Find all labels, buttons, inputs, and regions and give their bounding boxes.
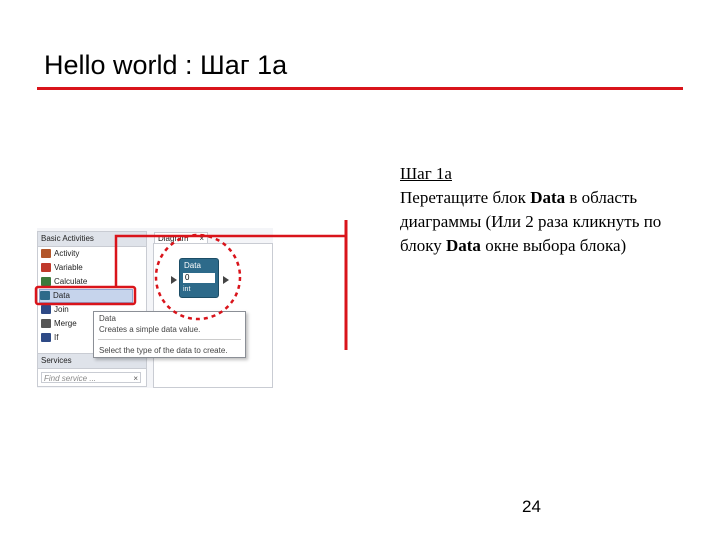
find-service-input[interactable]: Find service ... × (41, 372, 141, 383)
output-connector-icon[interactable] (223, 276, 229, 284)
toolbox-item-activity[interactable]: Activity (41, 248, 131, 260)
data-icon (40, 291, 50, 301)
tooltip-divider (98, 339, 241, 340)
toolbox-header: Basic Activities (38, 232, 146, 247)
tooltip-description: Creates a simple data value. (99, 325, 201, 334)
toolbox-title: Basic Activities (41, 234, 94, 243)
activity-icon (41, 249, 51, 259)
step-label: Шаг 1а (400, 164, 452, 183)
tooltip-hint: Select the type of the data to create. (99, 346, 228, 355)
variable-icon (41, 263, 51, 273)
data-block-value[interactable]: 0 (183, 273, 215, 283)
merge-icon (41, 319, 51, 329)
services-title: Services (41, 356, 72, 365)
tooltip-title: Data (99, 314, 116, 323)
toolbox-item-calculate[interactable]: Calculate (41, 276, 131, 288)
page-number: 24 (522, 497, 541, 516)
toolbox-item-variable[interactable]: Variable (41, 262, 131, 274)
clear-icon[interactable]: × (133, 373, 138, 384)
data-block-type[interactable]: int (183, 286, 190, 293)
calculate-icon (41, 277, 51, 287)
title-underline (37, 87, 683, 90)
slide-title: Hello world : Шаг 1а (44, 50, 288, 80)
input-connector-icon[interactable] (171, 276, 177, 284)
data-block[interactable]: Data 0 int (179, 258, 219, 298)
join-icon (41, 305, 51, 315)
toolbox-item-data[interactable]: Data (39, 289, 133, 303)
if-icon (41, 333, 51, 343)
data-block-title: Data (184, 261, 201, 270)
services-panel: Services Find service ... × (37, 353, 147, 387)
instruction-text: Шаг 1а Перетащите блок Data в область ди… (400, 162, 690, 258)
data-tooltip: Data Creates a simple data value. Select… (93, 311, 246, 358)
